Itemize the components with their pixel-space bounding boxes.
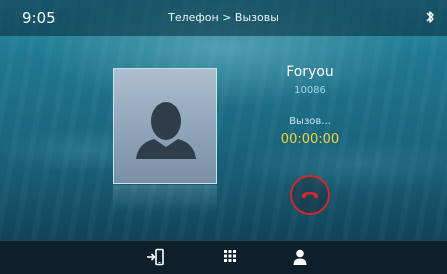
caller-avatar <box>113 68 217 184</box>
call-screen: 9:05 Телефон > Вызовы Foryou 10086 Вызов… <box>0 0 447 274</box>
hang-up-button[interactable] <box>290 175 330 215</box>
call-timer: 00:00:00 <box>280 132 340 147</box>
call-status: Вызов... <box>289 116 331 127</box>
caller-name: Foryou <box>286 64 334 80</box>
bluetooth-icon <box>425 9 435 25</box>
bottom-nav-bar <box>0 240 447 274</box>
avatar-reflection <box>113 185 217 213</box>
transfer-to-phone-button[interactable] <box>136 241 176 274</box>
breadcrumb: Телефон > Вызовы <box>168 11 279 24</box>
keypad-button[interactable] <box>210 241 250 274</box>
caller-number: 10086 <box>294 85 326 96</box>
contacts-button[interactable] <box>280 241 320 274</box>
status-bar: 9:05 Телефон > Вызовы <box>0 0 447 36</box>
